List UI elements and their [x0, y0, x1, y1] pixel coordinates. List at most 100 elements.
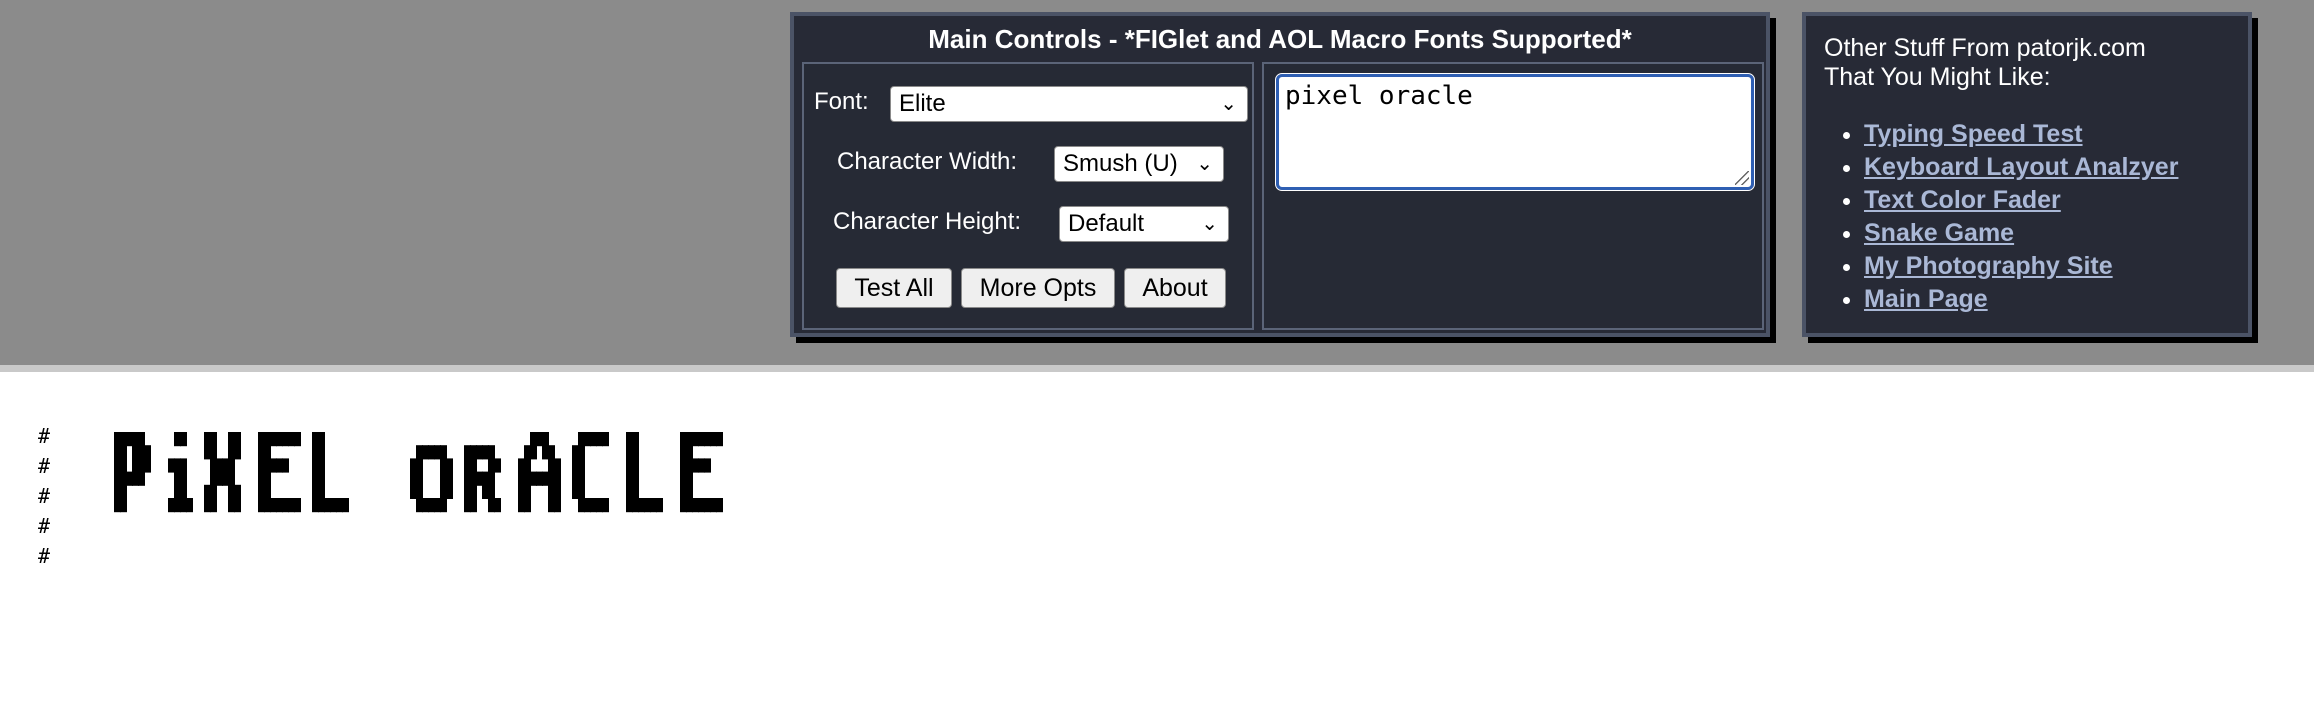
glyph-pixel — [440, 458, 447, 473]
glyph-pixel — [626, 498, 633, 513]
keyboard-layout-analyzer-link[interactable]: Keyboard Layout Analzyer — [1864, 153, 2178, 181]
character-height-value: Default — [1068, 210, 1145, 237]
test-all-button[interactable]: Test All — [836, 268, 952, 308]
glyph-pixel — [464, 458, 471, 473]
glyph-pixel — [234, 432, 241, 447]
glyph-pixel — [632, 498, 639, 513]
glyph-pixel — [488, 498, 495, 513]
glyph-pixel — [204, 445, 211, 460]
other-stuff-intro: Other Stuff From patorjk.com That You Mi… — [1824, 34, 2146, 92]
glyph-pixel — [132, 432, 139, 447]
glyph-pixel — [632, 445, 639, 460]
main-page-link[interactable]: Main Page — [1864, 285, 1988, 313]
glyph-pixel — [258, 471, 265, 486]
glyph-pixel — [476, 445, 483, 460]
glyph-pixel — [536, 432, 543, 447]
glyph-pixel — [114, 445, 121, 460]
glyph-pixel — [288, 432, 295, 447]
glyph-pixel — [222, 458, 229, 473]
glyph-pixel — [590, 498, 597, 513]
glyph-pixel — [686, 498, 693, 513]
photography-site-link[interactable]: My Photography Site — [1864, 252, 2113, 280]
glyph-pixel — [120, 471, 127, 486]
glyph-pixel — [312, 445, 319, 460]
glyph-pixel — [530, 471, 537, 486]
glyph-pixel — [680, 445, 687, 460]
output-hash-mark: # — [38, 484, 51, 508]
glyph-pixel — [312, 498, 319, 513]
character-width-select[interactable]: Smush (U) ⌄ — [1054, 146, 1224, 182]
glyph-pixel — [174, 498, 181, 513]
glyph-pixel — [644, 498, 651, 513]
glyph-pixel — [416, 445, 423, 460]
text-input-value: pixel oracle — [1285, 81, 1473, 111]
glyph-pixel — [342, 498, 349, 513]
glyph-pixel — [138, 445, 145, 460]
glyph-pixel — [204, 484, 211, 499]
glyph-pixel — [548, 458, 555, 473]
glyph-pixel — [626, 445, 633, 460]
glyph-pixel — [554, 458, 561, 473]
text-entry-cell: pixel oracle — [1262, 62, 1764, 330]
glyph-pixel — [518, 458, 525, 473]
glyph-pixel — [434, 445, 441, 460]
chevron-down-icon: ⌄ — [1220, 93, 1237, 115]
glyph-pixel — [422, 445, 429, 460]
glyph-pixel — [632, 432, 639, 447]
glyph-pixel — [416, 458, 423, 473]
glyph-pixel — [210, 484, 217, 499]
glyph-pixel — [114, 432, 121, 447]
character-height-select[interactable]: Default ⌄ — [1059, 206, 1229, 242]
glyph-pixel — [716, 432, 723, 447]
text-input[interactable]: pixel oracle — [1275, 73, 1755, 191]
snake-game-link[interactable]: Snake Game — [1864, 219, 2014, 247]
glyph-pixel — [416, 498, 423, 513]
glyph-pixel — [542, 471, 549, 486]
font-select[interactable]: Elite ⌄ — [890, 86, 1248, 122]
other-stuff-intro-line1: Other Stuff From patorjk.com — [1824, 34, 2146, 62]
glyph-pixel — [578, 484, 585, 499]
glyph-pixel — [524, 471, 531, 486]
glyph-pixel — [476, 471, 483, 486]
glyph-pixel — [264, 484, 271, 499]
glyph-pixel — [264, 445, 271, 460]
glyph-pixel — [180, 471, 187, 486]
glyph-pixel — [434, 498, 441, 513]
glyph-pixel — [126, 432, 133, 447]
glyph-pixel — [222, 471, 229, 486]
glyph-pixel — [680, 432, 687, 447]
glyph-pixel — [234, 484, 241, 499]
about-button[interactable]: About — [1124, 268, 1226, 308]
typing-speed-test-link[interactable]: Typing Speed Test — [1864, 120, 2083, 148]
glyph-pixel — [518, 484, 525, 499]
glyph-pixel — [578, 432, 585, 447]
more-opts-button[interactable]: More Opts — [961, 268, 1115, 308]
output-hash-mark: # — [38, 424, 51, 448]
glyph-pixel — [440, 445, 447, 460]
resize-handle-icon[interactable] — [1735, 171, 1749, 185]
glyph-pixel — [144, 458, 151, 473]
glyph-pixel — [470, 498, 477, 513]
glyph-pixel — [464, 498, 471, 513]
glyph-pixel — [704, 498, 711, 513]
glyph-pixel — [294, 432, 301, 447]
glyph-pixel — [680, 498, 687, 513]
list-item: Main Page — [1864, 283, 2178, 316]
glyph-pixel — [228, 471, 235, 486]
glyph-pixel — [488, 458, 495, 473]
other-stuff-links: Typing Speed Test Keyboard Layout Analzy… — [1824, 118, 2178, 316]
glyph-pixel — [584, 498, 591, 513]
glyph-pixel — [446, 484, 453, 499]
list-item: My Photography Site — [1864, 250, 2178, 283]
glyph-pixel — [572, 471, 579, 486]
glyph-pixel — [626, 458, 633, 473]
glyph-pixel — [590, 432, 597, 447]
glyph-pixel — [126, 471, 133, 486]
glyph-pixel — [234, 445, 241, 460]
glyph-pixel — [312, 432, 319, 447]
glyph-pixel — [602, 498, 609, 513]
glyph-pixel — [120, 484, 127, 499]
character-width-label: Character Width: — [837, 148, 1018, 175]
glyph-pixel — [282, 498, 289, 513]
text-color-fader-link[interactable]: Text Color Fader — [1864, 186, 2061, 214]
